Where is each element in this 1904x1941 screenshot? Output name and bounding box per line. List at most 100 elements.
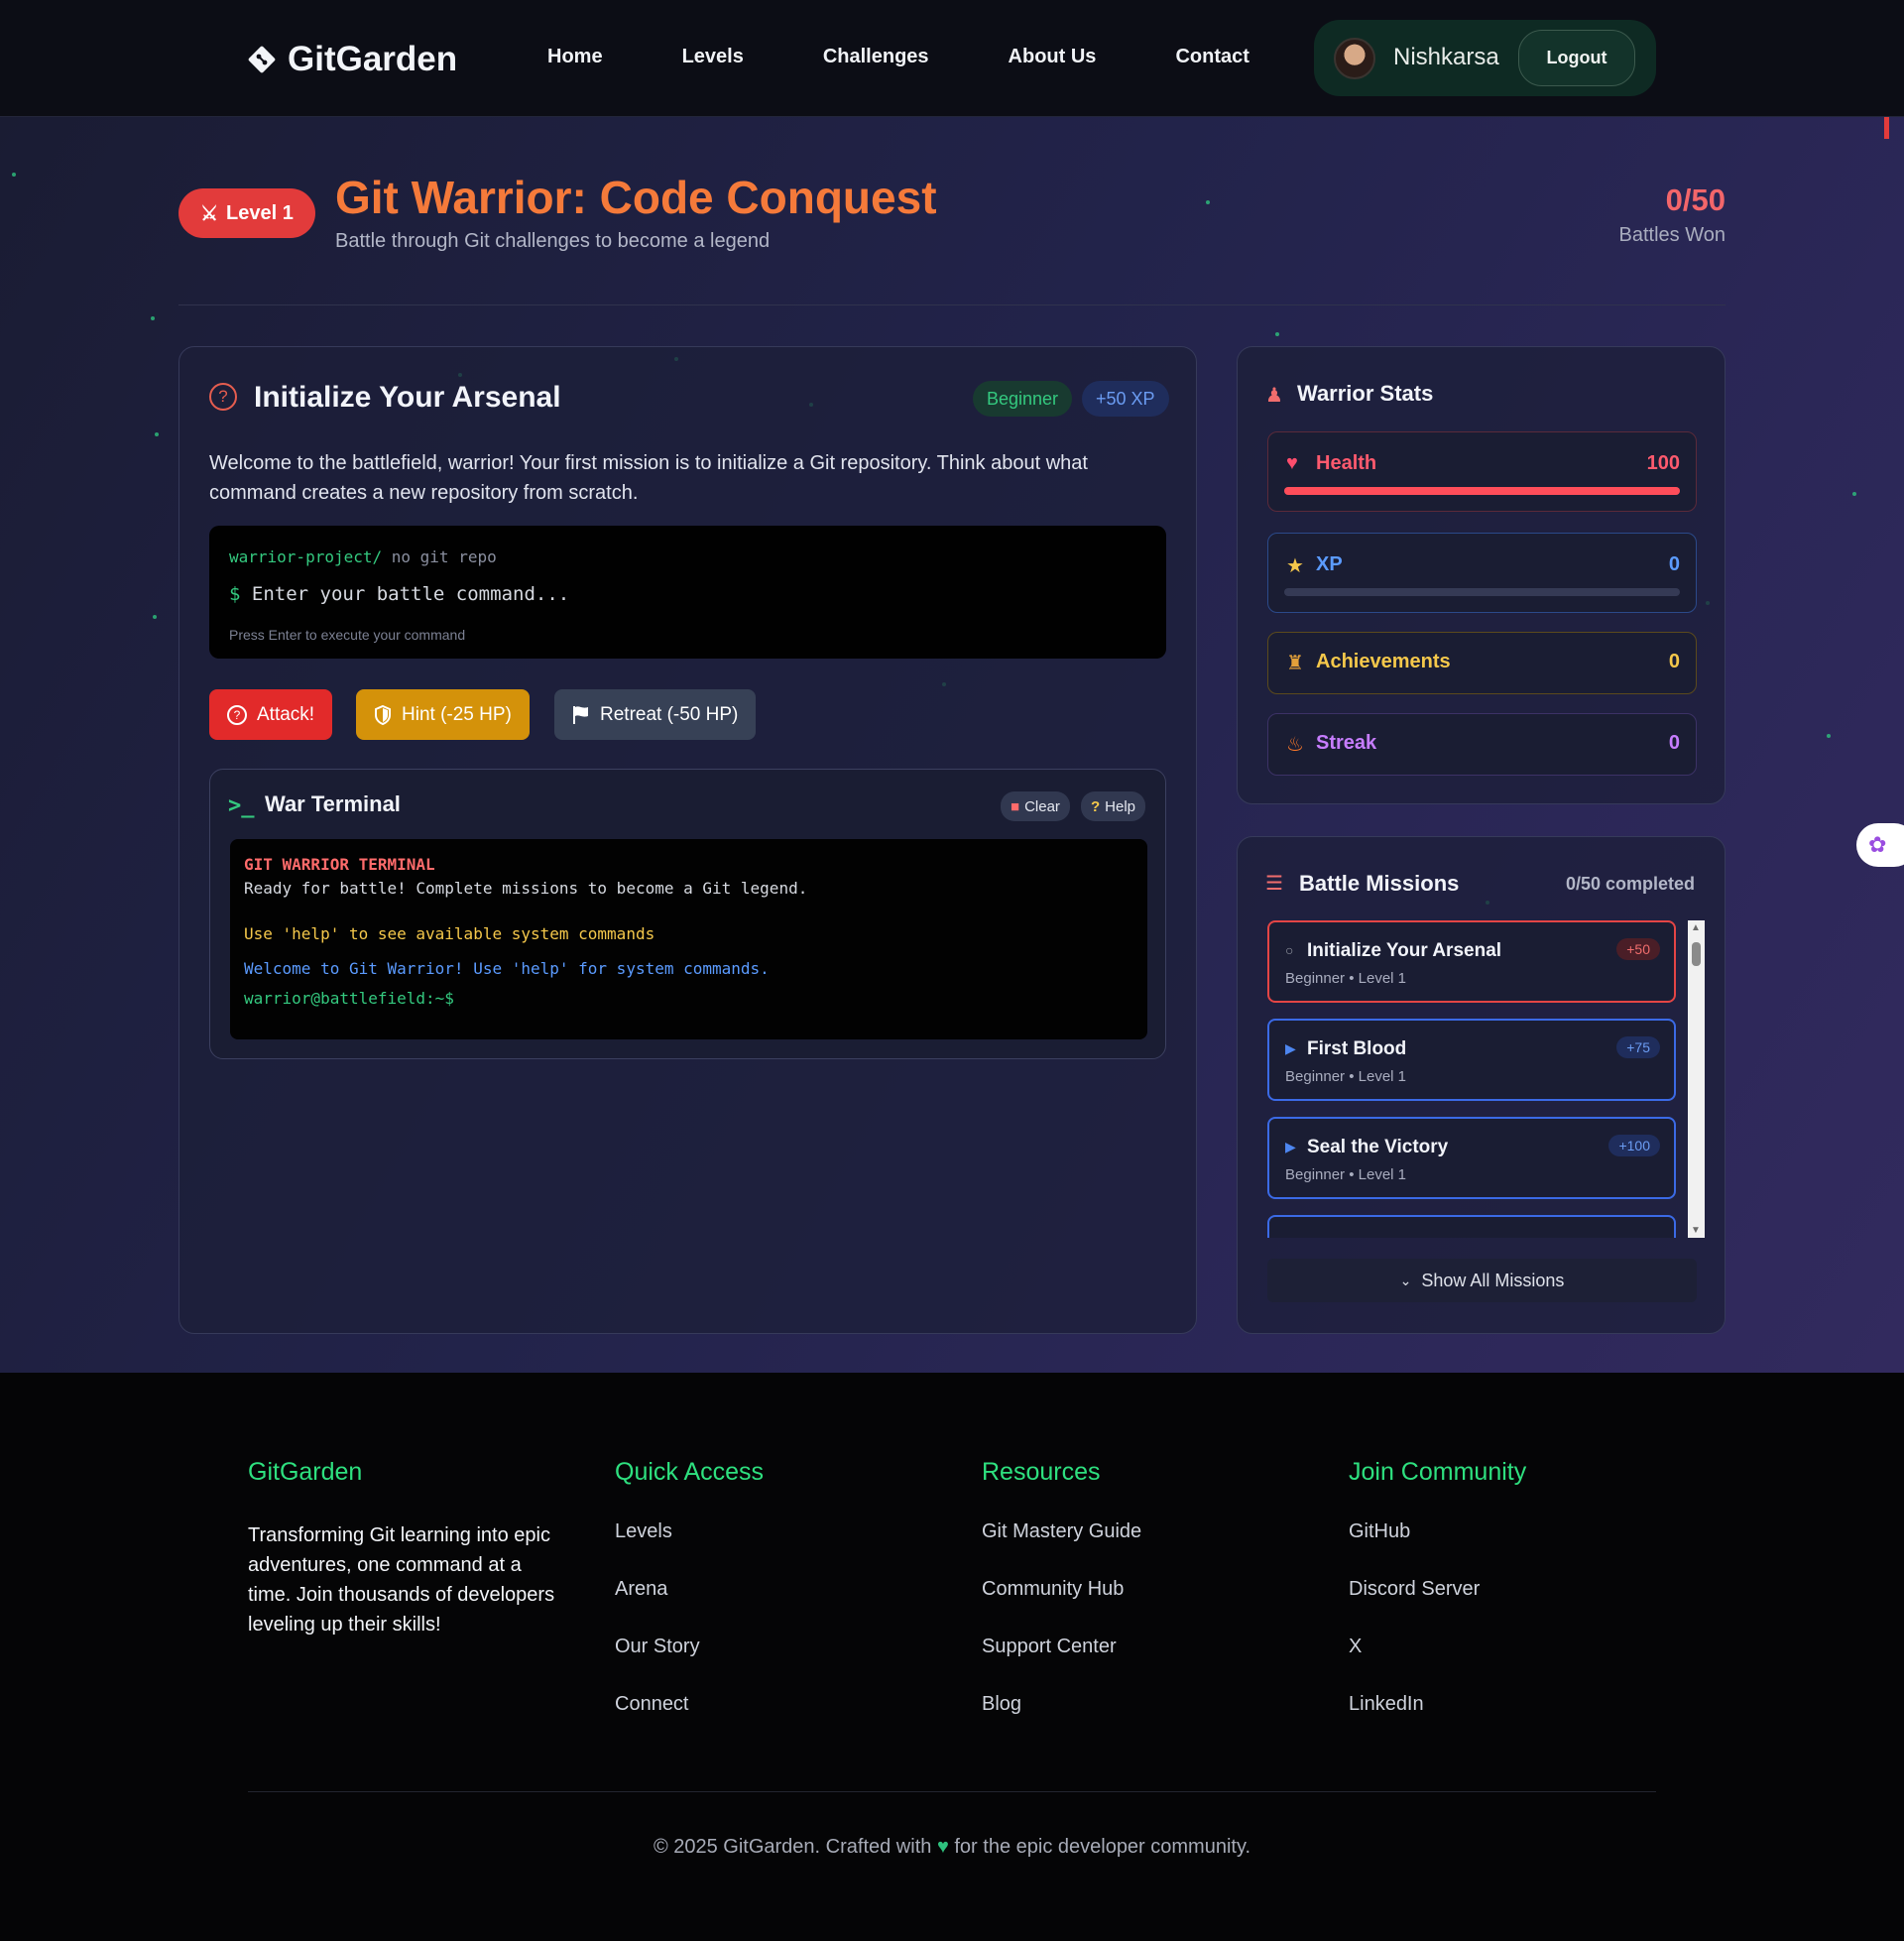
particle	[155, 432, 159, 436]
nav-about[interactable]: About Us	[1009, 46, 1097, 68]
footer-divider	[248, 1791, 1656, 1792]
terminal-output[interactable]: GIT WARRIOR TERMINAL Ready for battle! C…	[230, 839, 1147, 1039]
footer: GitGarden Transforming Git learning into…	[0, 1373, 1904, 1941]
command-input[interactable]: $ Enter your battle command...	[229, 583, 569, 605]
logout-button[interactable]: Logout	[1518, 30, 1635, 86]
ai-assistant-icon[interactable]: ✿	[1856, 823, 1904, 867]
repo-path-label: warrior-project/	[229, 547, 383, 566]
play-icon: ▶	[1285, 1040, 1296, 1056]
nav-links: Home Levels Challenges About Us Contact	[547, 46, 1329, 68]
hint-button[interactable]: Hint (-25 HP)	[356, 689, 530, 740]
missions-title: Battle Missions	[1299, 871, 1460, 896]
retreat-button[interactable]: Retreat (-50 HP)	[554, 689, 757, 740]
footer-heading: Join Community	[1349, 1458, 1527, 1486]
footer-link-blog[interactable]: Blog	[982, 1693, 1141, 1751]
footer-brand-column: GitGarden Transforming Git learning into…	[248, 1458, 565, 1639]
footer-link-discord[interactable]: Discord Server	[1349, 1578, 1526, 1636]
trash-icon: ■	[1011, 797, 1020, 815]
clear-button[interactable]: ■ Clear	[1001, 791, 1070, 821]
footer-brand: GitGarden	[248, 1458, 363, 1486]
mission-item[interactable]: ▶ Seal the Victory Beginner • Level 1 +1…	[1267, 1117, 1676, 1199]
terminal-title: War Terminal	[265, 791, 401, 816]
attack-button[interactable]: ? Attack!	[209, 689, 333, 740]
achievements-label: Achievements	[1316, 651, 1451, 672]
user-menu: Nishkarsa Logout	[1314, 20, 1656, 96]
chevron-down-icon: ⌄	[1399, 1272, 1412, 1288]
missions-list[interactable]: ○ Initialize Your Arsenal Beginner • Lev…	[1267, 920, 1705, 1238]
footer-heading: Resources	[982, 1458, 1101, 1486]
footer-tagline: Transforming Git learning into epic adve…	[248, 1524, 555, 1636]
footer-link-guide[interactable]: Git Mastery Guide	[982, 1520, 1141, 1578]
footer-link-x[interactable]: X	[1349, 1636, 1526, 1693]
particle	[1827, 734, 1831, 738]
xp-value: 0	[1668, 553, 1680, 575]
nav-home[interactable]: Home	[547, 46, 603, 68]
battles-won-label: Battles Won	[1618, 224, 1726, 246]
trophy-icon: ♜	[1286, 653, 1304, 674]
footer-community: Join Community GitHub Discord Server X L…	[1349, 1458, 1526, 1751]
achievements-stat: ♜ Achievements 0	[1267, 632, 1697, 694]
heart-icon: ♥	[1286, 452, 1298, 474]
streak-label: Streak	[1316, 732, 1377, 754]
health-stat: ♥ Health 100	[1267, 431, 1697, 512]
help-label: Help	[1105, 797, 1136, 815]
particle	[153, 615, 157, 619]
missions-scrollbar[interactable]: ▲ ▼	[1688, 920, 1705, 1238]
brand-name: GitGarden	[288, 40, 458, 78]
page-subtitle: Battle through Git challenges to become …	[335, 230, 771, 252]
achievements-value: 0	[1668, 651, 1680, 672]
mission-item-title: Seal the Victory	[1307, 1137, 1449, 1157]
git-diamond-icon	[248, 46, 276, 73]
copyright: © 2025 GitGarden. Crafted with ♥ for the…	[0, 1836, 1904, 1859]
nav-levels[interactable]: Levels	[682, 46, 744, 68]
mission-item[interactable]: ▶ First Blood Beginner • Level 1 +75	[1267, 1019, 1676, 1101]
nav-contact[interactable]: Contact	[1175, 46, 1249, 68]
heart-icon: ♥	[936, 1836, 949, 1858]
scrollbar-thumb[interactable]	[1692, 942, 1701, 966]
footer-link-levels[interactable]: Levels	[615, 1520, 764, 1578]
terminal-prompt[interactable]: warrior@battlefield:~$	[244, 989, 454, 1008]
help-button[interactable]: ? Help	[1081, 791, 1146, 821]
streak-value: 0	[1668, 732, 1680, 754]
health-bar	[1284, 487, 1680, 495]
mission-item[interactable]	[1267, 1215, 1676, 1238]
warrior-stats-card: ♟ Warrior Stats ♥ Health 100 ★ XP 0 ♜ Ac…	[1237, 346, 1726, 804]
battles-won-count: 0/50	[1665, 182, 1726, 217]
command-input-box[interactable]: warrior-project/ no git repo $ Enter you…	[209, 526, 1166, 659]
terminal-icon: >_	[228, 793, 255, 818]
level-badge: ⚔ Level 1	[178, 188, 315, 238]
mission-card: ? Initialize Your Arsenal Beginner +50 X…	[178, 346, 1197, 1334]
missions-count: 0/50 completed	[1565, 874, 1695, 894]
health-value: 100	[1646, 452, 1680, 474]
footer-link-support[interactable]: Support Center	[982, 1636, 1141, 1693]
nav-challenges[interactable]: Challenges	[823, 46, 929, 68]
terminal-line: Ready for battle! Complete missions to b…	[244, 879, 808, 898]
footer-link-connect[interactable]: Connect	[615, 1693, 764, 1751]
prompt-symbol: $	[229, 583, 241, 605]
scroll-up-icon[interactable]: ▲	[1691, 922, 1701, 933]
footer-link-linkedin[interactable]: LinkedIn	[1349, 1693, 1526, 1751]
health-bar-fill	[1284, 487, 1680, 495]
command-hint: Press Enter to execute your command	[229, 627, 466, 643]
footer-link-arena[interactable]: Arena	[615, 1578, 764, 1636]
mission-description: Welcome to the battlefield, warrior! You…	[209, 452, 1088, 504]
hint-label: Hint (-25 HP)	[402, 703, 512, 725]
war-terminal: >_ War Terminal ■ Clear ? Help GIT WARRIOR…	[209, 769, 1166, 1059]
footer-link-our-story[interactable]: Our Story	[615, 1636, 764, 1693]
mission-title: Initialize Your Arsenal	[254, 381, 561, 414]
mission-item[interactable]: ○ Initialize Your Arsenal Beginner • Lev…	[1267, 920, 1676, 1003]
show-all-missions-button[interactable]: ⌄ Show All Missions	[1267, 1259, 1697, 1302]
scroll-down-icon[interactable]: ▼	[1691, 1225, 1701, 1236]
mission-item-title: Initialize Your Arsenal	[1307, 940, 1502, 961]
footer-link-github[interactable]: GitHub	[1349, 1520, 1526, 1578]
navbar: GitGarden Home Levels Challenges About U…	[0, 0, 1904, 117]
show-all-label: Show All Missions	[1421, 1270, 1565, 1290]
circle-icon: ○	[1285, 942, 1294, 958]
brand-logo[interactable]: GitGarden	[248, 40, 457, 79]
avatar[interactable]	[1334, 38, 1375, 79]
clear-label: Clear	[1024, 797, 1060, 815]
footer-link-community-hub[interactable]: Community Hub	[982, 1578, 1141, 1636]
streak-stat: ♨ Streak 0	[1267, 713, 1697, 776]
mission-item-xp: +50	[1616, 938, 1660, 960]
divider	[178, 304, 1726, 305]
